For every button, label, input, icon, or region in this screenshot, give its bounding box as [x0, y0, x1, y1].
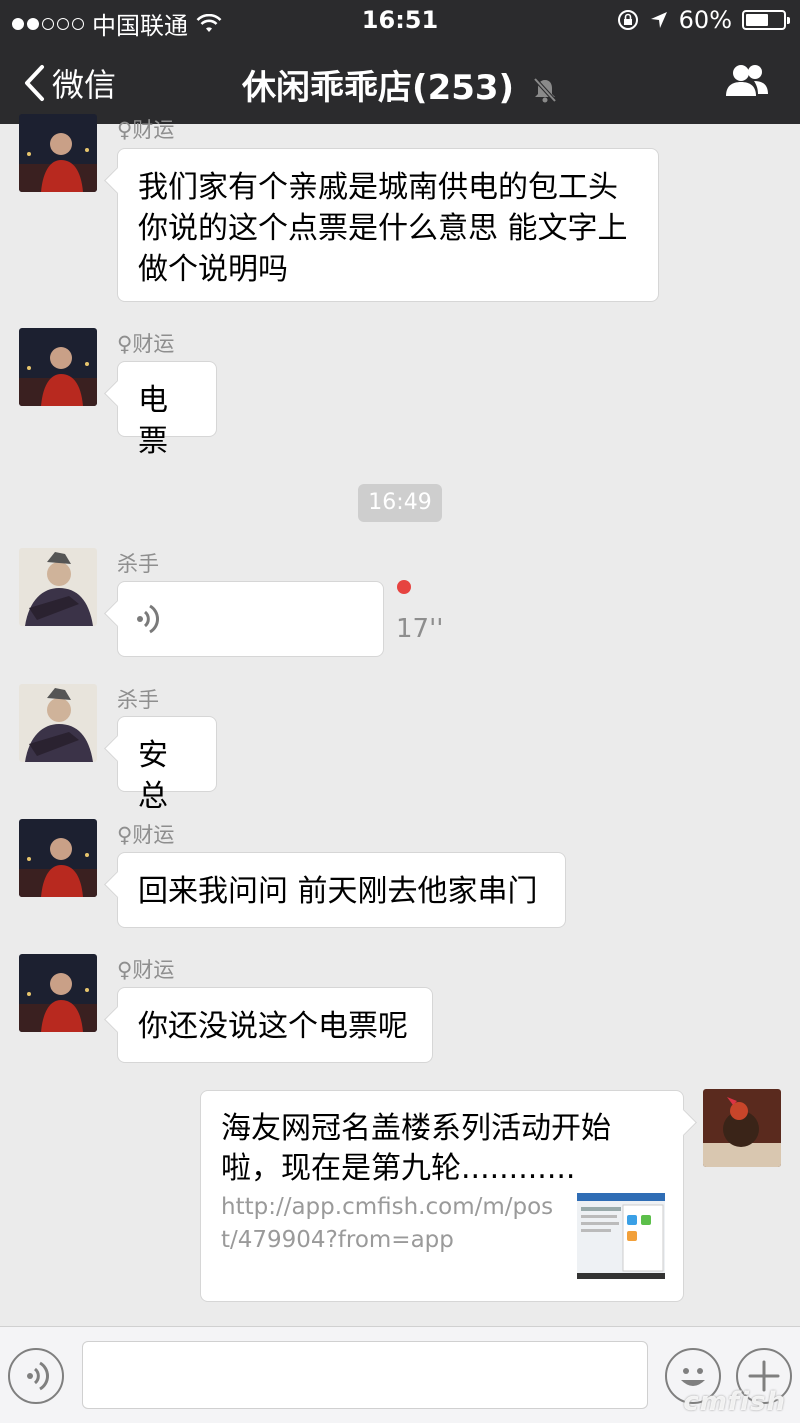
location-arrow-icon — [650, 12, 667, 28]
sender-name: ♀财运 — [117, 332, 175, 356]
unread-dot — [397, 580, 411, 594]
avatar[interactable] — [19, 548, 97, 626]
link-thumbnail — [577, 1193, 665, 1279]
link-title: 海友网冠名盖楼系列活动开始 啦，现在是第九轮............ — [221, 1111, 611, 1186]
time-divider: 16:49 — [358, 484, 442, 522]
input-bar: cmfish — [0, 1326, 800, 1423]
message-input[interactable] — [82, 1341, 648, 1409]
avatar[interactable] — [19, 328, 97, 406]
page-title: 休闲乖乖店(253) — [0, 60, 800, 109]
orientation-lock-icon — [617, 10, 638, 30]
status-bar: 中国联通 16:51 60% — [0, 0, 800, 42]
group-members-button[interactable] — [724, 62, 770, 104]
avatar[interactable] — [19, 954, 97, 1032]
watermark: cmfish — [683, 1387, 786, 1417]
avatar[interactable] — [19, 684, 97, 762]
battery-icon — [742, 10, 790, 30]
voice-icon — [27, 1361, 50, 1391]
text-message[interactable]: 电票 — [117, 361, 217, 459]
nav-bar: 微信 休闲乖乖店(253) — [0, 42, 800, 124]
link-url: http://app.cmfish.com/m/post/479904?from… — [221, 1194, 554, 1253]
my-avatar[interactable] — [703, 1089, 781, 1167]
battery-percent: 60% — [678, 6, 732, 34]
text-message[interactable]: 你还没说这个电票呢 — [117, 987, 433, 1063]
group-icon — [726, 65, 768, 96]
voice-wave-icon — [137, 604, 160, 634]
sender-name: 杀手 — [117, 688, 159, 712]
sender-name: ♀财运 — [117, 118, 175, 142]
mute-bell-icon — [533, 77, 557, 102]
voice-input-button[interactable] — [8, 1348, 64, 1404]
avatar[interactable] — [19, 819, 97, 897]
text-message[interactable]: 安总 — [117, 716, 217, 814]
sender-name: 杀手 — [117, 552, 159, 576]
text-message[interactable]: 我们家有个亲戚是城南供电的包工头 你说的这个点票是什么意思 能文字上 做个说明吗 — [117, 148, 659, 302]
link-card-message[interactable]: 海友网冠名盖楼系列活动开始 啦，现在是第九轮............ http:… — [200, 1090, 684, 1302]
voice-message[interactable] — [117, 581, 384, 657]
sender-name: ♀财运 — [117, 958, 175, 982]
text-message[interactable]: 回来我问问 前天刚去他家串门 — [117, 852, 566, 928]
voice-duration: 17'' — [396, 614, 444, 644]
sender-name: ♀财运 — [117, 823, 175, 847]
avatar[interactable] — [19, 114, 97, 192]
